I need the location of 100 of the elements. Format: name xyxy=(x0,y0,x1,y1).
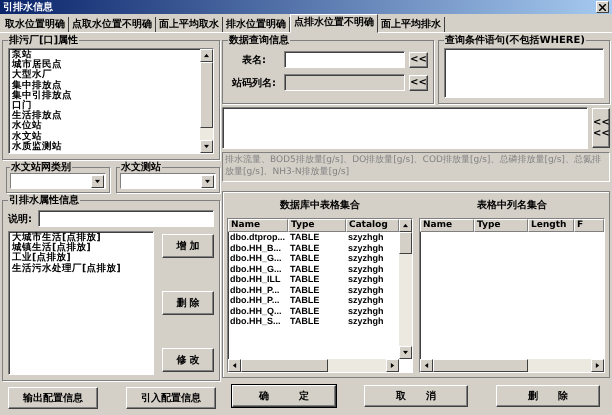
up-arrow-icon xyxy=(204,53,209,58)
list-item[interactable]: 城市居民点 xyxy=(12,60,197,70)
table-list[interactable] xyxy=(227,218,413,373)
column-header[interactable]: Type xyxy=(288,219,346,232)
up-arrow-icon xyxy=(403,223,408,228)
table-cell-text: TABLE xyxy=(289,295,320,306)
tab[interactable]: 面上平均取水 xyxy=(156,17,223,32)
list-item[interactable]: 大城市生活[点排放] xyxy=(12,233,150,244)
table-cell-text: szyzhgh xyxy=(347,316,385,326)
column-header[interactable]: Name xyxy=(420,219,474,232)
scroll-thumb[interactable] xyxy=(433,359,528,372)
group-title: 引排水属性信息 xyxy=(8,195,80,206)
scroll-right-button[interactable] xyxy=(386,359,399,372)
tab[interactable]: 点取水位置不明确 xyxy=(69,17,156,32)
table-name-field[interactable] xyxy=(284,51,405,68)
down-arrow-icon xyxy=(403,350,408,355)
scroll-down-button[interactable] xyxy=(399,346,412,359)
table-cell-text: dbo.HH_P... xyxy=(229,284,280,295)
scroll-thumb[interactable] xyxy=(200,62,213,128)
scrollbar[interactable] xyxy=(228,359,399,372)
condition-field[interactable] xyxy=(444,48,604,98)
list-item[interactable]: 生活污水处理厂[点排放] xyxy=(12,264,150,274)
down-arrow-icon xyxy=(204,144,209,149)
scroll-thumb[interactable] xyxy=(399,232,412,254)
dialog-button[interactable]: 删 除 xyxy=(496,385,600,407)
insert-button[interactable]: << xyxy=(409,52,428,68)
table-cell-text: szyzhgh xyxy=(347,242,385,253)
scrollbar[interactable] xyxy=(420,359,604,372)
list-box[interactable]: 大城市生活[点排放] 城镇生活[点排放] 工业[点排放] 生活污水处理厂[点排放] xyxy=(8,231,154,375)
field-label: 表名: xyxy=(241,54,267,66)
insert-button[interactable]: << << xyxy=(592,108,610,148)
group-title: 数据查询信息 xyxy=(228,35,290,46)
scroll-left-button[interactable] xyxy=(228,359,241,372)
column-header[interactable]: F xyxy=(574,219,604,232)
insert-button[interactable]: << xyxy=(409,74,428,90)
list-item[interactable]: 口门 xyxy=(12,101,197,112)
window-title: 引排水信息 xyxy=(3,0,53,14)
table-cell-text: szyzhgh xyxy=(347,274,385,284)
table-cell-text: TABLE xyxy=(289,284,320,295)
action-button[interactable]: 增 加 xyxy=(162,234,214,258)
table-cell-text: TABLE xyxy=(289,242,320,253)
table-cell-text: dbo.HH_S... xyxy=(229,316,282,326)
dropdown[interactable] xyxy=(10,173,106,189)
left-arrow-icon xyxy=(232,363,237,368)
action-button[interactable]: 修 改 xyxy=(162,348,214,372)
close-icon xyxy=(599,4,606,10)
list-item[interactable]: 集中排放点 xyxy=(12,80,197,91)
scroll-up-button[interactable] xyxy=(399,219,412,232)
list-item[interactable]: 工业[点排放] xyxy=(12,253,150,264)
dropdown[interactable] xyxy=(120,173,216,189)
table-cell-text: szyzhgh xyxy=(347,306,385,316)
panel-title: 表格中列名集合 xyxy=(476,198,548,212)
scrollbar[interactable] xyxy=(200,49,213,153)
table-cell-text: TABLE xyxy=(289,274,320,284)
table-cell-text: TABLE xyxy=(289,232,320,242)
config-button[interactable]: 引入配置信息 xyxy=(126,387,216,409)
list-item[interactable]: 大型水厂 xyxy=(12,70,197,81)
table-cell-text: szyzhgh xyxy=(347,295,385,306)
scrollbar[interactable] xyxy=(399,219,412,359)
tab[interactable]: 取水位置明确 xyxy=(2,17,69,32)
column-header[interactable]: Type xyxy=(474,219,528,232)
column-list[interactable]: Name Type Length F xyxy=(419,218,605,373)
scroll-left-button[interactable] xyxy=(420,359,433,372)
table-cell-text: TABLE xyxy=(289,253,320,264)
scroll-down-button[interactable] xyxy=(200,140,213,153)
column-header[interactable]: Length xyxy=(528,219,574,232)
list-item[interactable]: 水位站 xyxy=(12,121,197,132)
field-label: 说明: xyxy=(8,212,32,226)
action-button[interactable]: 删 除 xyxy=(162,291,214,315)
scroll-thumb[interactable] xyxy=(241,359,328,372)
list-item[interactable]: 水质监测站 xyxy=(12,142,197,152)
columns-text-field[interactable] xyxy=(222,107,588,149)
scroll-up-button[interactable] xyxy=(200,49,213,62)
config-button[interactable]: 输出配置信息 xyxy=(8,387,98,409)
list-item[interactable]: 泵站 xyxy=(12,50,197,60)
list-item[interactable]: 水文站 xyxy=(12,132,197,142)
tab[interactable]: 点排水位置不明确 xyxy=(290,14,378,33)
column-header[interactable]: Name xyxy=(228,219,288,232)
table-cell-text: TABLE xyxy=(289,316,320,326)
right-arrow-icon xyxy=(595,363,600,368)
tab[interactable]: 面上平均排水 xyxy=(378,17,445,32)
table-cell-text: dbo.HH_G... xyxy=(229,264,282,274)
list-item[interactable]: 生活排放点 xyxy=(12,111,197,122)
column-header[interactable]: Catalog xyxy=(346,219,399,232)
list-box[interactable]: 泵站 城市居民点 大型水厂 集中排放点 集中引排放点 口门 生活排放点 水位站 水文站 水质监测站 xyxy=(8,48,214,154)
table-cell-text: szyzhgh xyxy=(347,253,385,264)
table-cell-text: dbo.HH_B... xyxy=(229,242,282,253)
dialog-button[interactable]: 确 定 xyxy=(232,385,336,407)
scroll-right-button[interactable] xyxy=(591,359,604,372)
left-arrow-icon xyxy=(424,363,429,368)
dialog-button[interactable]: 取 消 xyxy=(364,385,468,407)
list-item[interactable]: 城镇生活[点排放] xyxy=(12,243,150,254)
close-button[interactable] xyxy=(596,1,609,13)
panel-title: 数据库中表格集合 xyxy=(278,198,361,212)
note-field[interactable] xyxy=(38,210,214,227)
table-cell-text: szyzhgh xyxy=(347,264,385,274)
table-cell-text: dbo.HH_G... xyxy=(229,253,282,264)
right-arrow-icon xyxy=(390,363,395,368)
down-arrow-icon xyxy=(95,178,100,184)
down-arrow-icon xyxy=(205,178,210,184)
